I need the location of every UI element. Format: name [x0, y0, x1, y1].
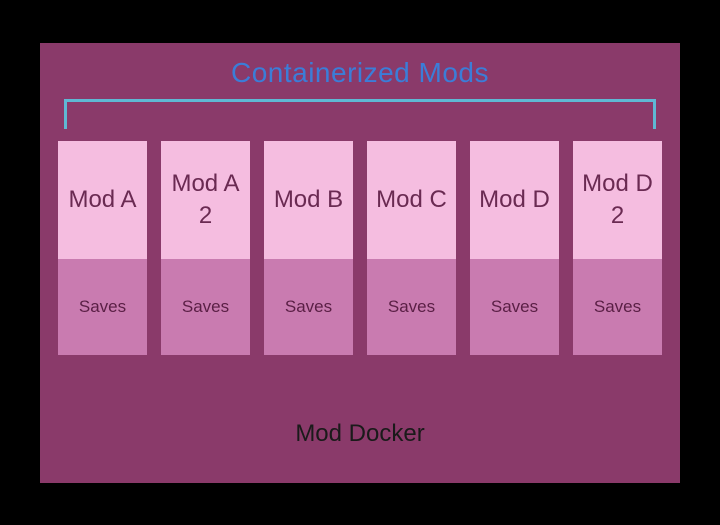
mods-row: Mod A Saves Mod A 2 Saves Mod B Saves Mo… [58, 141, 662, 355]
mod-name: Mod A 2 [161, 141, 250, 259]
mod-box: Mod A Saves [58, 141, 147, 355]
mod-box: Mod C Saves [367, 141, 456, 355]
mod-name: Mod A [58, 141, 147, 259]
mod-name: Mod C [367, 141, 456, 259]
mod-saves: Saves [264, 259, 353, 355]
diagram-title: Containerized Mods [40, 43, 680, 89]
mod-box: Mod B Saves [264, 141, 353, 355]
mod-saves: Saves [367, 259, 456, 355]
mod-box: Mod A 2 Saves [161, 141, 250, 355]
mod-name: Mod D [470, 141, 559, 259]
mod-name: Mod D 2 [573, 141, 662, 259]
mod-saves: Saves [470, 259, 559, 355]
mod-saves: Saves [58, 259, 147, 355]
mod-saves: Saves [573, 259, 662, 355]
mod-box: Mod D 2 Saves [573, 141, 662, 355]
mod-name: Mod B [264, 141, 353, 259]
footer-label: Mod Docker [40, 420, 680, 448]
mod-saves: Saves [161, 259, 250, 355]
diagram-container: Containerized Mods Mod A Saves Mod A 2 S… [40, 43, 680, 483]
mod-box: Mod D Saves [470, 141, 559, 355]
bracket-line [64, 99, 656, 129]
